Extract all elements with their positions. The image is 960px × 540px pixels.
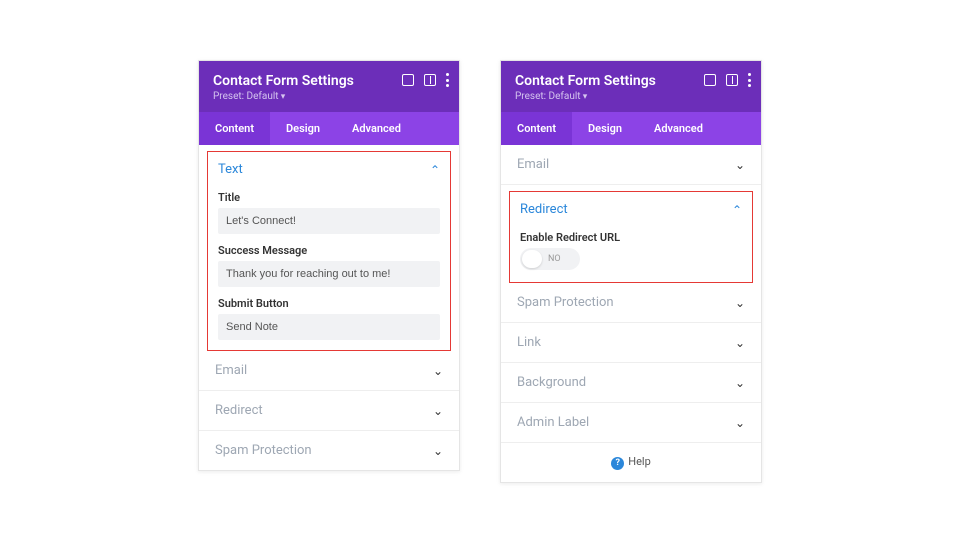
section-email: Email ⌄	[501, 145, 761, 185]
help-label: Help	[628, 455, 651, 468]
settings-panel-left: Contact Form Settings Preset: Default Co…	[198, 60, 460, 471]
preset-dropdown[interactable]: Preset: Default	[515, 91, 747, 102]
section-background-header[interactable]: Background ⌄	[501, 363, 761, 402]
tab-design[interactable]: Design	[572, 112, 638, 145]
chevron-down-icon: ⌄	[735, 416, 745, 430]
panel-body: Email ⌄ Redirect ⌃ Enable Redirect URL N…	[501, 145, 761, 482]
tab-advanced[interactable]: Advanced	[336, 112, 417, 145]
field-title-label: Title	[218, 191, 440, 204]
section-text-title: Text	[218, 162, 243, 177]
chevron-down-icon: ⌄	[735, 296, 745, 310]
section-email-title: Email	[215, 363, 247, 378]
section-redirect: Redirect ⌃ Enable Redirect URL NO	[509, 191, 753, 283]
field-success-message: Success Message	[218, 244, 440, 287]
chevron-down-icon: ⌄	[735, 376, 745, 390]
header-icon-group	[402, 73, 449, 87]
panel-header: Contact Form Settings Preset: Default	[199, 61, 459, 112]
expand-icon[interactable]	[704, 74, 716, 86]
field-submit-button: Submit Button	[218, 297, 440, 340]
section-background: Background ⌄	[501, 363, 761, 403]
field-success-input[interactable]	[218, 261, 440, 287]
chevron-up-icon: ⌃	[430, 163, 440, 177]
field-enable-redirect: Enable Redirect URL NO	[520, 231, 742, 272]
section-link: Link ⌄	[501, 323, 761, 363]
chevron-down-icon: ⌄	[433, 444, 443, 458]
field-enable-redirect-label: Enable Redirect URL	[520, 231, 742, 244]
section-redirect-title: Redirect	[520, 202, 568, 217]
more-menu-icon[interactable]	[446, 73, 449, 87]
section-admin-label: Admin Label ⌄	[501, 403, 761, 443]
section-email-title: Email	[517, 157, 549, 172]
chevron-down-icon: ⌄	[433, 404, 443, 418]
section-admin-label-title: Admin Label	[517, 415, 589, 430]
preset-dropdown[interactable]: Preset: Default	[213, 91, 445, 102]
header-icon-group	[704, 73, 751, 87]
field-submit-label: Submit Button	[218, 297, 440, 310]
chevron-down-icon: ⌄	[735, 336, 745, 350]
tab-advanced[interactable]: Advanced	[638, 112, 719, 145]
settings-panel-right: Contact Form Settings Preset: Default Co…	[500, 60, 762, 483]
tab-content[interactable]: Content	[501, 112, 572, 145]
section-spam-title: Spam Protection	[517, 295, 614, 310]
section-email: Email ⌄	[199, 351, 459, 391]
field-success-label: Success Message	[218, 244, 440, 257]
section-spam-header[interactable]: Spam Protection ⌄	[199, 431, 459, 470]
section-email-header[interactable]: Email ⌄	[199, 351, 459, 390]
section-spam: Spam Protection ⌄	[501, 283, 761, 323]
section-redirect-header[interactable]: Redirect ⌄	[199, 391, 459, 430]
chevron-up-icon: ⌃	[732, 203, 742, 217]
tab-design[interactable]: Design	[270, 112, 336, 145]
chevron-down-icon: ⌄	[735, 158, 745, 172]
tab-bar: Content Design Advanced	[501, 112, 761, 145]
section-spam-header[interactable]: Spam Protection ⌄	[501, 283, 761, 322]
section-text-header[interactable]: Text ⌃	[208, 152, 450, 181]
toggle-value: NO	[548, 254, 561, 264]
redirect-toggle[interactable]: NO	[520, 248, 580, 270]
chevron-down-icon: ⌄	[433, 364, 443, 378]
section-redirect-content: Enable Redirect URL NO	[510, 231, 752, 282]
toggle-knob	[522, 250, 542, 268]
more-menu-icon[interactable]	[748, 73, 751, 87]
tab-bar: Content Design Advanced	[199, 112, 459, 145]
section-text: Text ⌃ Title Success Message Submit Butt…	[207, 151, 451, 351]
field-title-input[interactable]	[218, 208, 440, 234]
panel-body: Text ⌃ Title Success Message Submit Butt…	[199, 145, 459, 470]
section-spam-title: Spam Protection	[215, 443, 312, 458]
section-redirect: Redirect ⌄	[199, 391, 459, 431]
help-icon: ?	[611, 457, 624, 470]
panel-header: Contact Form Settings Preset: Default	[501, 61, 761, 112]
section-link-header[interactable]: Link ⌄	[501, 323, 761, 362]
section-admin-label-header[interactable]: Admin Label ⌄	[501, 403, 761, 442]
section-link-title: Link	[517, 335, 541, 350]
section-email-header[interactable]: Email ⌄	[501, 145, 761, 184]
split-view-icon[interactable]	[424, 74, 436, 86]
help-link[interactable]: ? Help	[501, 443, 761, 482]
split-view-icon[interactable]	[726, 74, 738, 86]
section-background-title: Background	[517, 375, 586, 390]
section-redirect-title: Redirect	[215, 403, 263, 418]
expand-icon[interactable]	[402, 74, 414, 86]
field-submit-input[interactable]	[218, 314, 440, 340]
field-title: Title	[218, 191, 440, 234]
tab-content[interactable]: Content	[199, 112, 270, 145]
section-text-content: Title Success Message Submit Button	[208, 191, 450, 350]
section-redirect-header[interactable]: Redirect ⌃	[510, 192, 752, 221]
section-spam: Spam Protection ⌄	[199, 431, 459, 470]
